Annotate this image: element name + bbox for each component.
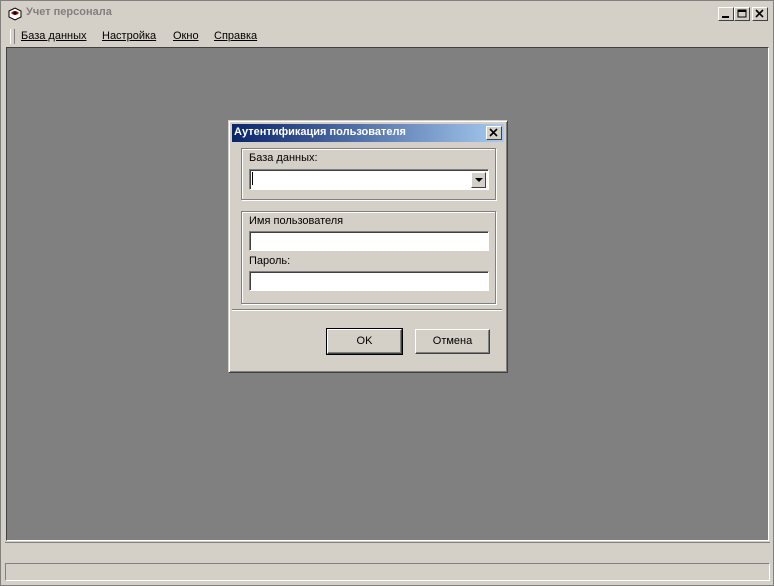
dialog-close-button[interactable] [486,126,502,140]
dialog-separator [232,309,502,311]
menu-settings[interactable]: Настройка [102,30,156,42]
minimize-icon [722,16,729,18]
app-icon[interactable] [7,6,23,22]
chevron-down-icon [475,178,483,182]
menu-grip[interactable] [10,29,15,44]
window-title: Учет персонала [26,6,112,18]
menu-database[interactable]: База данных [21,30,87,42]
menu-help-label: Справка [214,30,258,42]
title-bar[interactable]: Учет персонала [2,2,772,24]
ok-button[interactable]: OK [326,328,403,355]
close-icon [755,9,764,18]
combo-dropdown-button[interactable] [471,172,486,188]
cancel-button[interactable]: Отмена [415,329,490,354]
menu-bar: База данных Настройка Окно Справка [2,25,772,47]
menu-window[interactable]: Окно [173,30,199,42]
dialog-title-bar[interactable]: Аутентификация пользователя [232,124,504,142]
auth-dialog: Аутентификация пользователя База данных:… [228,120,508,373]
maximize-button[interactable] [734,7,750,21]
close-icon [489,128,498,137]
password-field[interactable] [249,271,489,291]
maximize-icon [737,9,747,18]
menu-database-label: База данных [21,30,87,42]
dialog-title: Аутентификация пользователя [234,126,406,138]
username-label: Имя пользователя [249,215,344,227]
database-combobox[interactable] [249,169,489,190]
credentials-group: Имя пользователя Пароль: [241,211,496,304]
menu-help[interactable]: Справка [214,30,257,42]
close-button[interactable] [752,7,768,21]
status-bar [5,563,770,581]
database-label: База данных: [249,152,318,164]
text-caret [252,172,253,185]
database-group: База данных: [241,148,496,200]
password-label: Пароль: [249,255,291,267]
toolbar-strip [5,542,770,563]
menu-window-label: Окно [173,30,199,42]
menu-settings-label: Настройка [102,30,157,42]
minimize-button[interactable] [718,7,734,21]
username-field[interactable] [249,231,489,251]
